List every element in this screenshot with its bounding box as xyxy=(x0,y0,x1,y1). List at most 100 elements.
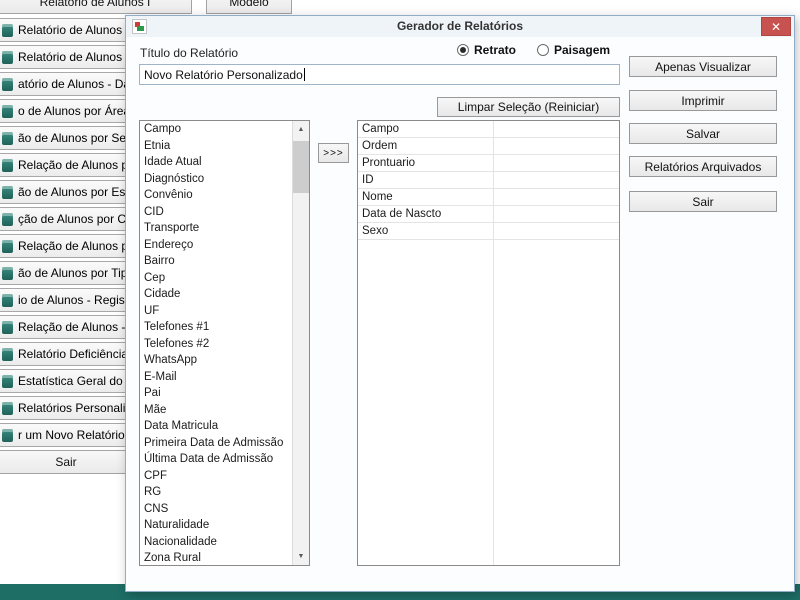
available-field-item[interactable]: Bairro xyxy=(140,253,292,270)
available-fields-list: Campo Etnia Idade Atual Diagnóstico xyxy=(140,121,292,565)
available-field-item[interactable]: Telefones #2 xyxy=(140,336,292,353)
available-fields-header: Campo xyxy=(140,121,292,138)
radio-dot-icon xyxy=(457,44,469,56)
selected-field-item[interactable]: Prontuario xyxy=(358,155,619,172)
available-field-item[interactable]: Nacionalidade xyxy=(140,534,292,551)
selected-field-item[interactable]: Sexo xyxy=(358,223,619,240)
radio-retrato-label: Retrato xyxy=(474,43,516,57)
available-field-item[interactable]: RG xyxy=(140,484,292,501)
report-icon xyxy=(2,186,13,199)
field-label: Mãe xyxy=(144,404,166,416)
report-icon xyxy=(2,348,13,361)
field-label: CNS xyxy=(144,503,168,515)
available-field-item[interactable]: Convênio xyxy=(140,187,292,204)
available-field-item[interactable]: Endereço xyxy=(140,237,292,254)
field-label: Endereço xyxy=(144,239,193,251)
field-label: WhatsApp xyxy=(144,354,197,366)
limpar-selecao-button[interactable]: Limpar Seleção (Reiniciar) xyxy=(437,97,620,117)
field-label: Transporte xyxy=(144,222,199,234)
available-field-item[interactable]: Zona Rural xyxy=(140,550,292,565)
field-label: Convênio xyxy=(144,189,193,201)
report-generator-dialog: Gerador de Relatórios ✕ Título do Relató… xyxy=(125,15,795,592)
available-field-item[interactable]: CID xyxy=(140,204,292,221)
scrollbar-thumb[interactable] xyxy=(293,141,309,193)
field-label: Ordem xyxy=(362,140,397,152)
text-caret xyxy=(304,68,305,81)
field-label: Cidade xyxy=(144,288,180,300)
bg-relatorio-alunos-button[interactable]: Relatório de Alunos I xyxy=(0,0,192,14)
field-label: Diagnóstico xyxy=(144,173,204,185)
field-label: E-Mail xyxy=(144,371,177,383)
field-label: Nome xyxy=(362,191,393,203)
imprimir-button[interactable]: Imprimir xyxy=(629,90,777,111)
radio-paisagem[interactable]: Paisagem xyxy=(537,43,610,57)
available-field-item[interactable]: Data Matricula xyxy=(140,418,292,435)
available-field-item[interactable]: CPF xyxy=(140,468,292,485)
available-field-item[interactable]: Naturalidade xyxy=(140,517,292,534)
dialog-title: Gerador de Relatórios xyxy=(126,19,794,33)
available-field-item[interactable]: E-Mail xyxy=(140,369,292,386)
field-label: Data de Nascto xyxy=(362,208,441,220)
field-label: RG xyxy=(144,486,161,498)
report-icon xyxy=(2,240,13,253)
available-field-item[interactable]: Etnia xyxy=(140,138,292,155)
field-label: Prontuario xyxy=(362,157,415,169)
field-label: Última Data de Admissão xyxy=(144,453,273,465)
move-field-button[interactable]: >>> xyxy=(318,143,349,163)
field-label: Cep xyxy=(144,272,165,284)
available-field-item[interactable]: Transporte xyxy=(140,220,292,237)
field-label: Data Matricula xyxy=(144,420,218,432)
report-icon xyxy=(2,294,13,307)
report-title-input-value: Novo Relatório Personalizado xyxy=(144,68,303,82)
salvar-button[interactable]: Salvar xyxy=(629,123,777,144)
report-icon xyxy=(2,24,13,37)
available-field-item[interactable]: Telefones #1 xyxy=(140,319,292,336)
scroll-down-icon[interactable]: ▼ xyxy=(293,548,309,565)
radio-dot-icon xyxy=(537,44,549,56)
report-icon xyxy=(2,132,13,145)
scroll-up-icon[interactable]: ▲ xyxy=(293,121,309,138)
available-field-item[interactable]: Cidade xyxy=(140,286,292,303)
field-label: UF xyxy=(144,305,159,317)
field-label: Naturalidade xyxy=(144,519,209,531)
report-icon xyxy=(2,159,13,172)
selected-field-item[interactable]: Ordem xyxy=(358,138,619,155)
field-label: Telefones #2 xyxy=(144,338,209,350)
available-field-item[interactable]: Mãe xyxy=(140,402,292,419)
field-label: Nacionalidade xyxy=(144,536,217,548)
field-label: Sexo xyxy=(362,225,388,237)
report-icon xyxy=(2,429,13,442)
bg-sair-button[interactable]: Sair xyxy=(0,450,134,474)
field-label: CID xyxy=(144,206,164,218)
selected-fields-header: Campo xyxy=(358,121,619,138)
field-label: CPF xyxy=(144,470,167,482)
available-field-item[interactable]: Última Data de Admissão xyxy=(140,451,292,468)
fields-scrollbar[interactable]: ▲ ▼ xyxy=(292,121,309,565)
relatorios-arquivados-button[interactable]: Relatórios Arquivados xyxy=(629,156,777,177)
report-icon xyxy=(2,375,13,388)
field-label: Zona Rural xyxy=(144,552,201,564)
apenas-visualizar-button[interactable]: Apenas Visualizar xyxy=(629,56,777,77)
selected-field-item[interactable]: Nome xyxy=(358,189,619,206)
available-field-item[interactable]: WhatsApp xyxy=(140,352,292,369)
close-icon[interactable]: ✕ xyxy=(761,17,791,36)
report-icon xyxy=(2,51,13,64)
report-icon xyxy=(2,321,13,334)
dialog-sair-button[interactable]: Sair xyxy=(629,191,777,212)
selected-field-item[interactable]: ID xyxy=(358,172,619,189)
selected-field-item[interactable]: Data de Nascto xyxy=(358,206,619,223)
report-title-input[interactable]: Novo Relatório Personalizado xyxy=(139,64,620,85)
report-icon xyxy=(2,105,13,118)
available-field-item[interactable]: Primeira Data de Admissão xyxy=(140,435,292,452)
available-field-item[interactable]: Idade Atual xyxy=(140,154,292,171)
available-field-item[interactable]: Cep xyxy=(140,270,292,287)
report-icon xyxy=(2,213,13,226)
bg-modelo-button[interactable]: Modelo xyxy=(206,0,292,14)
available-field-item[interactable]: Diagnóstico xyxy=(140,171,292,188)
available-field-item[interactable]: Pai xyxy=(140,385,292,402)
field-label: ID xyxy=(362,174,374,186)
available-field-item[interactable]: UF xyxy=(140,303,292,320)
radio-retrato[interactable]: Retrato xyxy=(457,43,516,57)
available-field-item[interactable]: CNS xyxy=(140,501,292,518)
field-label: Etnia xyxy=(144,140,170,152)
